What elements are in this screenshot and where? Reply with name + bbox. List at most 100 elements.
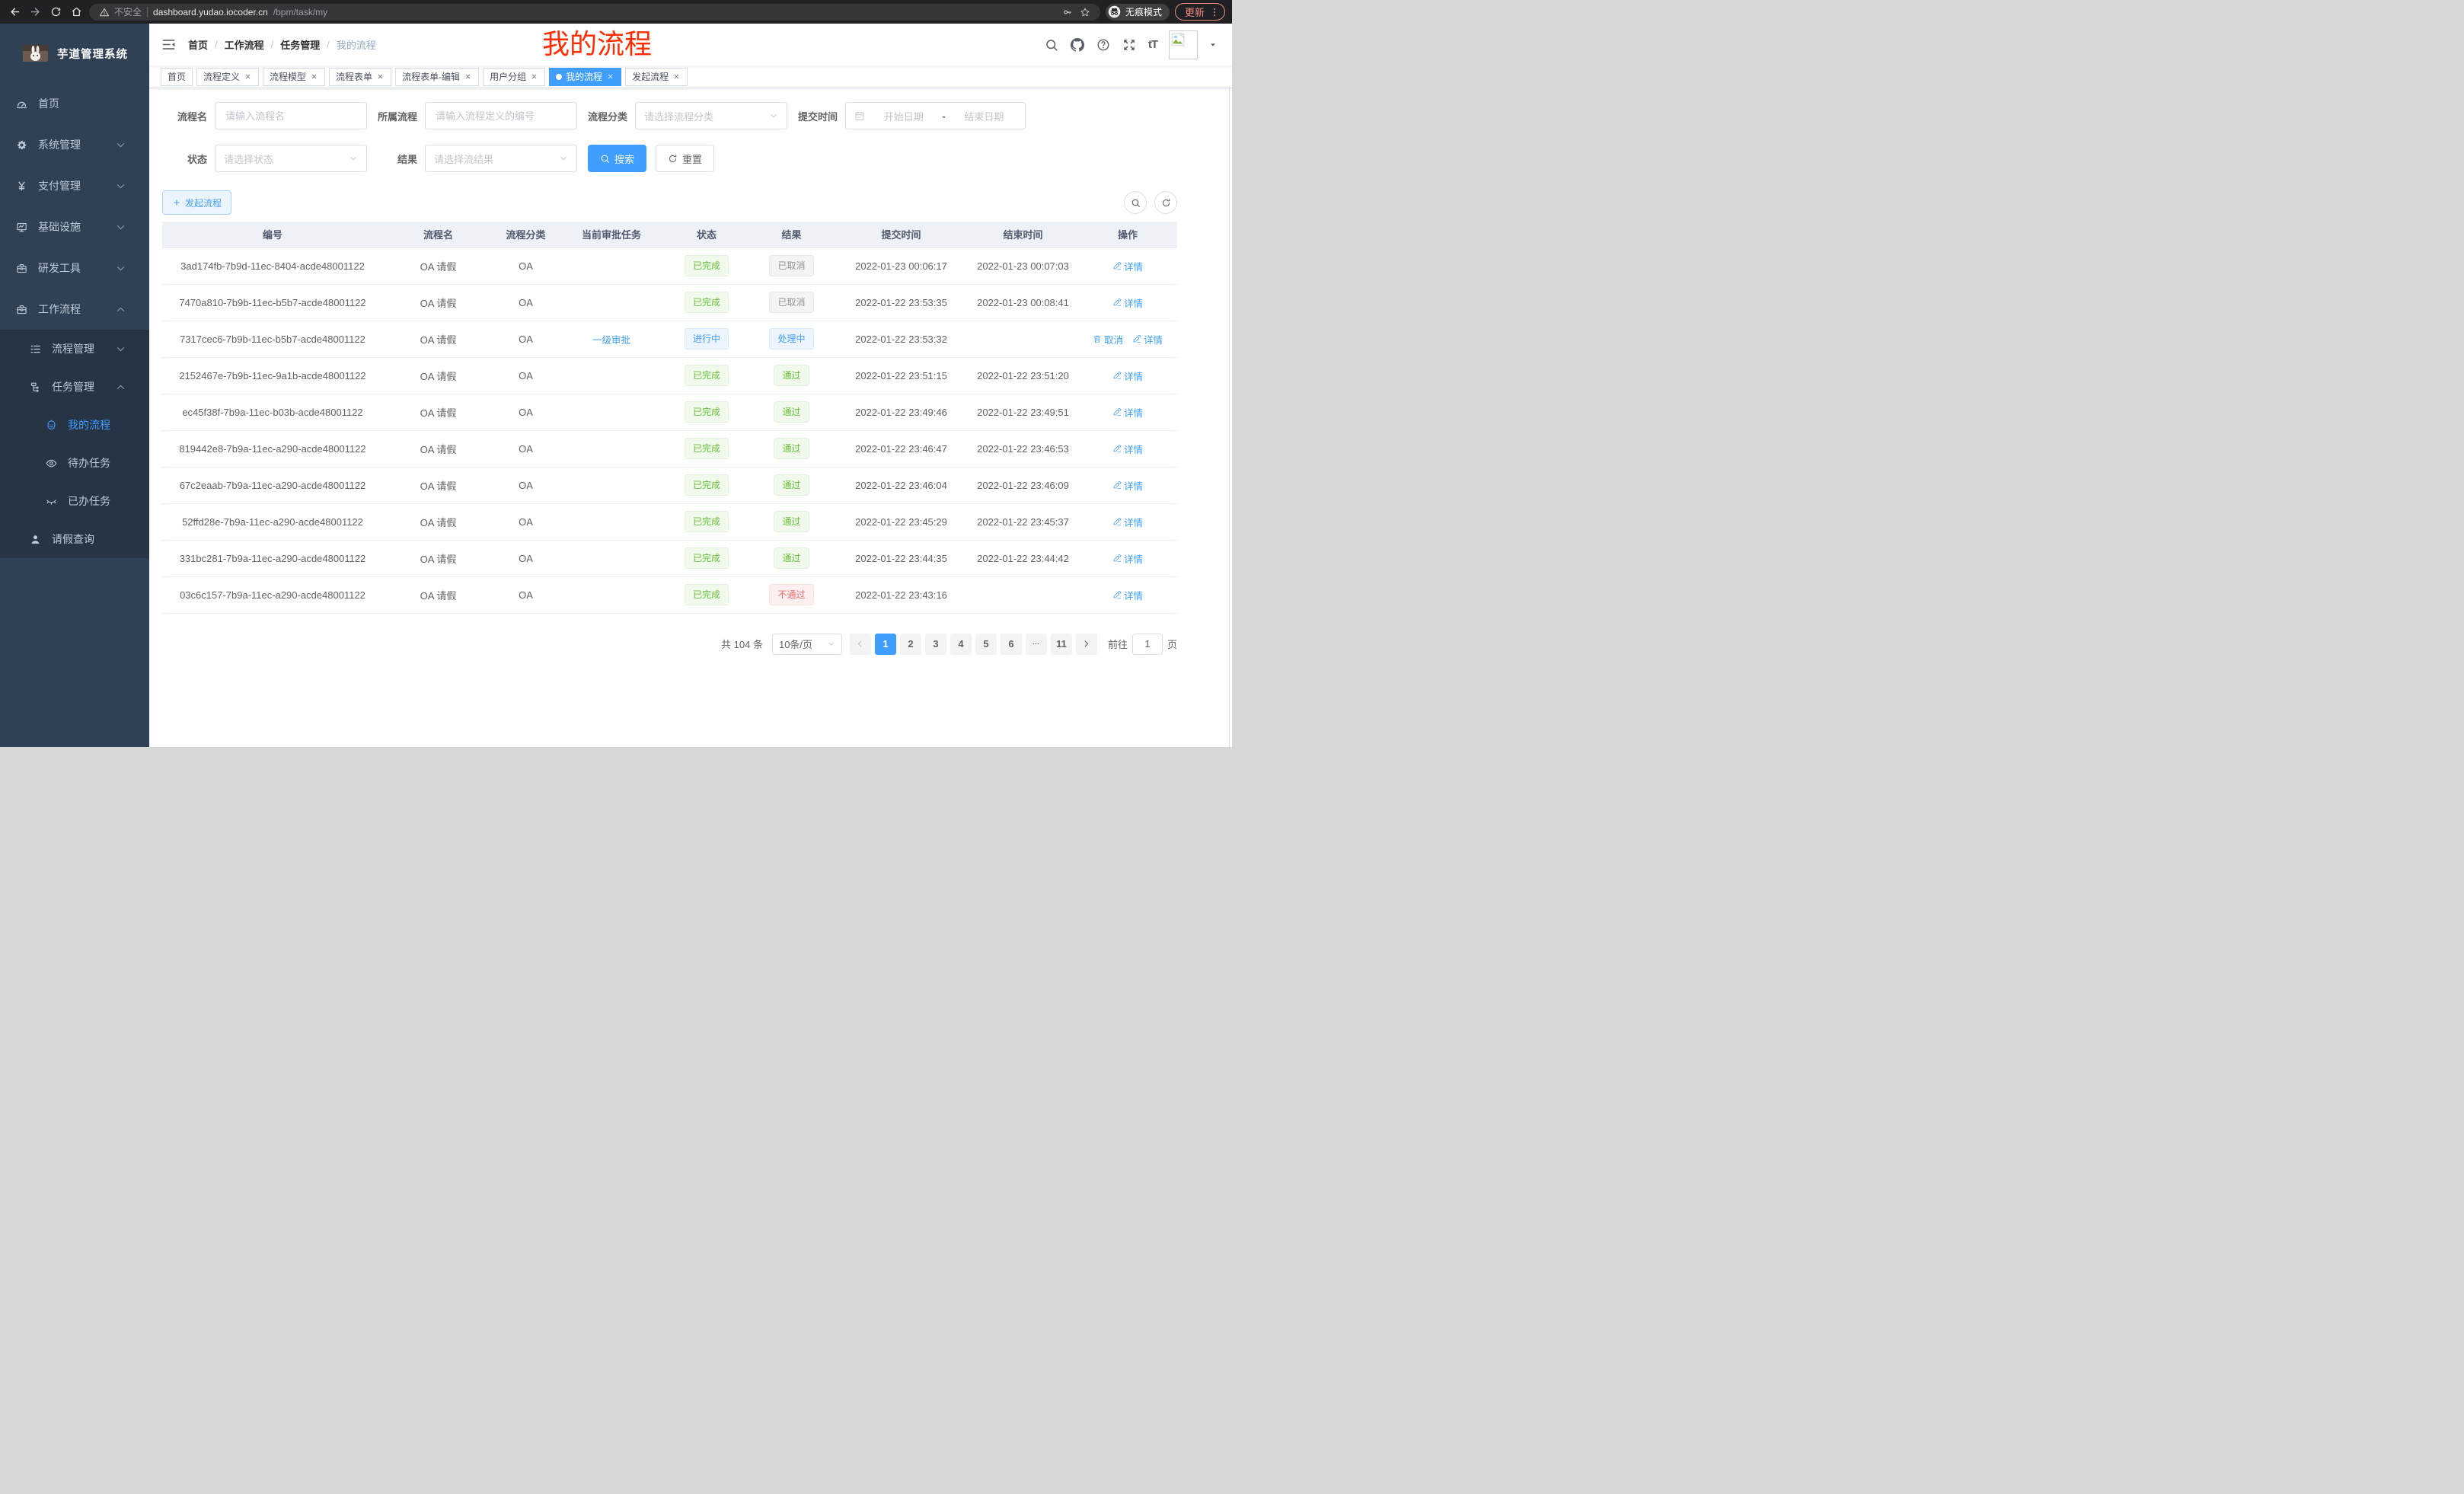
close-icon[interactable] bbox=[310, 72, 318, 81]
filter-name: 流程名 bbox=[162, 102, 367, 129]
detail-link[interactable]: 详情 bbox=[1112, 515, 1143, 529]
key-icon[interactable] bbox=[1061, 6, 1074, 18]
search-button[interactable]: 搜索 bbox=[588, 145, 646, 172]
update-button[interactable]: 更新 bbox=[1175, 3, 1225, 21]
date-end[interactable]: 结束日期 bbox=[952, 109, 1017, 123]
category-select[interactable]: 请选择流程分类 bbox=[635, 102, 787, 129]
reload-icon[interactable] bbox=[48, 5, 63, 20]
sidebar-item-任务管理[interactable]: 任务管理 bbox=[0, 368, 149, 406]
sidebar-item-label: 任务管理 bbox=[52, 379, 94, 394]
tab-发起流程[interactable]: 发起流程 bbox=[625, 68, 688, 86]
chevron-down-icon bbox=[559, 154, 568, 163]
avatar[interactable] bbox=[1169, 30, 1198, 59]
star-icon[interactable] bbox=[1079, 6, 1091, 18]
tab-流程表单-编辑[interactable]: 流程表单-编辑 bbox=[395, 68, 479, 86]
page-button-5[interactable]: 5 bbox=[975, 634, 997, 655]
result-select[interactable]: 请选择流结果 bbox=[425, 145, 577, 172]
close-icon[interactable] bbox=[244, 72, 252, 81]
chevron-down-icon bbox=[115, 222, 126, 233]
page-button-3[interactable]: 3 bbox=[925, 634, 946, 655]
close-icon[interactable] bbox=[606, 72, 614, 81]
task-link[interactable]: 一级审批 bbox=[592, 332, 630, 346]
process-input[interactable] bbox=[434, 110, 568, 123]
help-icon[interactable] bbox=[1096, 37, 1111, 52]
status-select[interactable]: 请选择状态 bbox=[215, 145, 367, 172]
page-size-select[interactable]: 10条/页 bbox=[772, 634, 842, 655]
sidebar-item-研发工具[interactable]: 研发工具 bbox=[0, 247, 149, 289]
close-icon[interactable] bbox=[672, 72, 681, 81]
sidebar-item-系统管理[interactable]: 系统管理 bbox=[0, 124, 149, 165]
tab-首页[interactable]: 首页 bbox=[161, 68, 193, 86]
detail-link[interactable]: 详情 bbox=[1112, 295, 1143, 310]
page-button-2[interactable]: 2 bbox=[900, 634, 921, 655]
page-button-1[interactable]: 1 bbox=[875, 634, 896, 655]
tab-用户分组[interactable]: 用户分组 bbox=[483, 68, 545, 86]
detail-link[interactable]: 详情 bbox=[1132, 332, 1163, 346]
app-logo[interactable]: 芋道管理系统 bbox=[0, 24, 149, 83]
sidebar-item-已办任务[interactable]: 已办任务 bbox=[0, 482, 149, 520]
detail-link[interactable]: 详情 bbox=[1112, 259, 1143, 273]
update-label[interactable]: 更新 bbox=[1185, 5, 1205, 19]
home-icon[interactable] bbox=[69, 5, 84, 20]
font-size-icon[interactable]: tT bbox=[1148, 38, 1157, 51]
date-start[interactable]: 开始日期 bbox=[871, 109, 936, 123]
sidebar-item-待办任务[interactable]: 待办任务 bbox=[0, 444, 149, 482]
detail-link[interactable]: 详情 bbox=[1112, 369, 1143, 383]
status-badge: 已完成 bbox=[685, 255, 729, 276]
chevron-down-icon[interactable] bbox=[1209, 41, 1217, 49]
detail-link[interactable]: 详情 bbox=[1112, 588, 1143, 602]
name-input[interactable] bbox=[224, 110, 358, 123]
close-icon[interactable] bbox=[464, 72, 472, 81]
breadcrumb-item[interactable]: 工作流程 bbox=[225, 37, 264, 52]
browser-menu-icon[interactable] bbox=[1209, 7, 1220, 18]
tab-流程模型[interactable]: 流程模型 bbox=[263, 68, 325, 86]
tab-流程定义[interactable]: 流程定义 bbox=[196, 68, 259, 86]
github-icon[interactable] bbox=[1071, 37, 1085, 52]
sidebar-item-首页[interactable]: 首页 bbox=[0, 83, 149, 124]
breadcrumb-item[interactable]: 首页 bbox=[188, 37, 208, 52]
sidebar-item-支付管理[interactable]: 支付管理 bbox=[0, 165, 149, 206]
date-range-picker[interactable]: 开始日期 - 结束日期 bbox=[845, 102, 1026, 129]
red-annotation: 我的流程 bbox=[542, 29, 652, 59]
detail-link[interactable]: 详情 bbox=[1112, 405, 1143, 420]
cell-submit-time: 2022-01-22 23:53:32 bbox=[835, 321, 968, 357]
sidebar-collapse-icon[interactable] bbox=[161, 37, 176, 53]
toggle-search-button[interactable] bbox=[1124, 191, 1147, 214]
next-page-button[interactable] bbox=[1076, 634, 1097, 655]
tab-流程表单[interactable]: 流程表单 bbox=[329, 68, 391, 86]
prev-page-button[interactable] bbox=[850, 634, 871, 655]
search-icon[interactable] bbox=[1045, 37, 1059, 52]
sidebar-item-我的流程[interactable]: 我的流程 bbox=[0, 406, 149, 444]
detail-link[interactable]: 详情 bbox=[1112, 442, 1143, 456]
sidebar-item-流程管理[interactable]: 流程管理 bbox=[0, 330, 149, 368]
cell-current-task bbox=[558, 284, 665, 321]
create-process-button[interactable]: 发起流程 bbox=[162, 190, 231, 215]
tab-label: 流程定义 bbox=[203, 70, 240, 83]
detail-link[interactable]: 详情 bbox=[1112, 478, 1143, 493]
close-icon[interactable] bbox=[376, 72, 385, 81]
security-label[interactable]: 不安全 bbox=[114, 5, 142, 18]
breadcrumb-item[interactable]: 任务管理 bbox=[280, 37, 320, 52]
address-bar[interactable]: 不安全 dashboard.yudao.iocoder.cn /bpm/task… bbox=[89, 4, 1100, 21]
back-icon[interactable] bbox=[7, 5, 22, 20]
cell-status: 已完成 bbox=[665, 467, 748, 503]
forward-icon[interactable] bbox=[27, 5, 43, 20]
refresh-table-button[interactable] bbox=[1154, 191, 1177, 214]
cancel-link[interactable]: 取消 bbox=[1093, 332, 1123, 346]
reset-button[interactable]: 重置 bbox=[656, 145, 714, 172]
page-button-11[interactable]: 11 bbox=[1051, 634, 1072, 655]
plus-icon bbox=[172, 198, 181, 207]
sidebar-item-工作流程[interactable]: 工作流程 bbox=[0, 289, 149, 330]
sidebar-item-请假查询[interactable]: 请假查询 bbox=[0, 520, 149, 558]
sidebar-item-基础设施[interactable]: 基础设施 bbox=[0, 206, 149, 247]
more-pages-button[interactable] bbox=[1026, 634, 1047, 655]
chevron-down-icon bbox=[349, 154, 358, 163]
fullscreen-icon[interactable] bbox=[1122, 37, 1137, 52]
tab-我的流程[interactable]: 我的流程 bbox=[549, 68, 621, 86]
page-button-6[interactable]: 6 bbox=[1001, 634, 1022, 655]
detail-link[interactable]: 详情 bbox=[1112, 551, 1143, 566]
goto-page-input[interactable] bbox=[1132, 634, 1163, 655]
page-button-4[interactable]: 4 bbox=[950, 634, 972, 655]
tab-label: 首页 bbox=[168, 70, 186, 83]
close-icon[interactable] bbox=[530, 72, 538, 81]
